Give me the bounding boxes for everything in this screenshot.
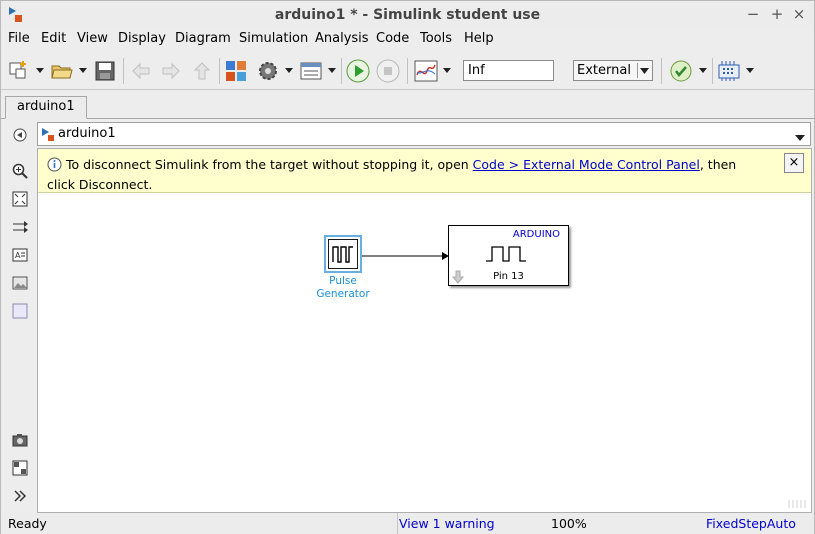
toolbar-separator bbox=[407, 58, 408, 84]
menu-display[interactable]: Display bbox=[118, 31, 166, 46]
new-model-icon[interactable] bbox=[7, 59, 31, 83]
model-config-gear-icon[interactable] bbox=[256, 59, 280, 83]
menu-file[interactable]: File bbox=[8, 31, 30, 46]
hide-explorer-icon[interactable] bbox=[11, 126, 29, 144]
toolbar-separator bbox=[661, 58, 662, 84]
config-dropdown-icon[interactable] bbox=[285, 68, 293, 73]
new-model-dropdown-icon[interactable] bbox=[36, 68, 44, 73]
status-divider bbox=[397, 513, 398, 534]
open-dropdown-icon[interactable] bbox=[79, 68, 87, 73]
stop-icon[interactable] bbox=[376, 59, 400, 83]
close-window-button[interactable]: × bbox=[790, 5, 808, 23]
image-icon[interactable] bbox=[11, 274, 29, 292]
library-browser-icon[interactable] bbox=[224, 59, 248, 83]
save-icon[interactable] bbox=[93, 59, 117, 83]
external-mode-panel-link[interactable]: Code > External Mode Control Panel bbox=[473, 157, 700, 172]
zoom-icon[interactable] bbox=[11, 162, 29, 180]
simulation-mode-value: External bbox=[577, 63, 631, 78]
menu-help[interactable]: Help bbox=[464, 31, 494, 46]
menu-simulation[interactable]: Simulation bbox=[239, 31, 308, 46]
signal-line[interactable] bbox=[362, 250, 450, 262]
toolbar bbox=[1, 52, 814, 90]
toolbar-separator bbox=[341, 58, 342, 84]
pulse-generator-body bbox=[328, 239, 358, 269]
resize-grip-icon[interactable] bbox=[788, 499, 808, 509]
stop-time-input[interactable]: Inf bbox=[463, 60, 554, 81]
menu-diagram[interactable]: Diagram bbox=[175, 31, 231, 46]
warning-link[interactable]: View 1 warning bbox=[399, 516, 495, 531]
down-arrow-icon bbox=[452, 270, 464, 284]
title-bar: arduino1 * - Simulink student use − + × bbox=[1, 1, 814, 30]
tab-arduino1[interactable]: arduino1 bbox=[5, 96, 87, 119]
pulse-wave-icon bbox=[332, 246, 353, 263]
advisor-dropdown-icon[interactable] bbox=[699, 68, 707, 73]
scope-icon[interactable] bbox=[414, 59, 438, 83]
fit-to-view-icon[interactable] bbox=[11, 190, 29, 208]
menu-code[interactable]: Code bbox=[376, 31, 409, 46]
toolbar-separator bbox=[219, 58, 220, 84]
annotation-icon[interactable]: A bbox=[11, 246, 29, 264]
close-notification-button[interactable]: × bbox=[784, 153, 804, 173]
menu-tools[interactable]: Tools bbox=[420, 31, 452, 46]
forward-icon[interactable] bbox=[159, 59, 183, 83]
model-advisor-check-icon[interactable] bbox=[669, 59, 693, 83]
run-icon[interactable] bbox=[346, 59, 370, 83]
explorer-dropdown-icon[interactable] bbox=[328, 68, 336, 73]
chevron-down-icon[interactable] bbox=[637, 63, 651, 78]
zoom-level: 100% bbox=[551, 516, 587, 531]
breadcrumb-dropdown-icon[interactable] bbox=[795, 130, 805, 145]
window-title: arduino1 * - Simulink student use bbox=[274, 7, 541, 23]
minimize-button[interactable]: − bbox=[744, 5, 762, 23]
up-icon[interactable] bbox=[190, 59, 214, 83]
hardware-dropdown-icon[interactable] bbox=[746, 68, 754, 73]
snapshot-camera-icon[interactable] bbox=[11, 431, 29, 449]
pulse-generator-block[interactable] bbox=[324, 235, 362, 273]
model-tab-strip: arduino1 bbox=[1, 94, 814, 119]
status-ready: Ready bbox=[8, 516, 47, 531]
arduino-block-header: ARDUINO bbox=[512, 229, 560, 240]
simulink-window: arduino1 * - Simulink student use − + × … bbox=[0, 0, 815, 534]
digital-pulse-icon bbox=[486, 246, 526, 262]
simulation-mode-select[interactable]: External bbox=[573, 60, 653, 81]
breadcrumb[interactable]: arduino1 bbox=[37, 122, 811, 146]
model-icon bbox=[41, 127, 55, 146]
notification-bar: To disconnect Simulink from the target w… bbox=[38, 149, 811, 193]
pulse-label-line2: Generator bbox=[316, 288, 370, 300]
area-icon[interactable] bbox=[11, 302, 29, 320]
scope-dropdown-icon[interactable] bbox=[443, 68, 451, 73]
solver-link[interactable]: FixedStepAuto bbox=[706, 516, 796, 531]
model-canvas[interactable]: To disconnect Simulink from the target w… bbox=[37, 148, 812, 513]
notification-text: To disconnect Simulink from the target w… bbox=[47, 156, 757, 193]
menu-analysis[interactable]: Analysis bbox=[315, 31, 369, 46]
maximize-button[interactable]: + bbox=[768, 5, 786, 23]
notice-prefix: To disconnect Simulink from the target w… bbox=[66, 157, 473, 172]
pin-label: Pin 13 bbox=[493, 271, 524, 282]
chevron-right-icon[interactable] bbox=[11, 487, 29, 505]
model-browser-icon[interactable] bbox=[11, 459, 29, 477]
svg-text:A: A bbox=[15, 251, 21, 260]
toolbar-separator bbox=[712, 58, 713, 84]
hardware-settings-icon[interactable] bbox=[717, 59, 741, 83]
explorer-bar: arduino1 bbox=[1, 120, 814, 148]
back-icon[interactable] bbox=[129, 59, 153, 83]
menu-edit[interactable]: Edit bbox=[41, 31, 66, 46]
route-lines-icon[interactable] bbox=[11, 218, 29, 236]
open-folder-icon[interactable] bbox=[50, 59, 74, 83]
pulse-generator-label: Pulse Generator bbox=[308, 275, 378, 301]
pulse-label-line1: Pulse bbox=[329, 275, 357, 287]
breadcrumb-path: arduino1 bbox=[58, 126, 116, 141]
status-bar: Ready View 1 warning 100% FixedStepAuto bbox=[1, 513, 814, 534]
model-explorer-icon[interactable] bbox=[299, 59, 323, 83]
info-icon bbox=[47, 157, 62, 176]
menu-view[interactable]: View bbox=[77, 31, 108, 46]
arduino-digital-output-block[interactable]: ARDUINO Pin 13 bbox=[448, 225, 569, 286]
menu-bar: File Edit View Display Diagram Simulatio… bbox=[1, 30, 814, 50]
toolbar-separator bbox=[123, 58, 124, 84]
left-palette: A bbox=[1, 148, 37, 513]
